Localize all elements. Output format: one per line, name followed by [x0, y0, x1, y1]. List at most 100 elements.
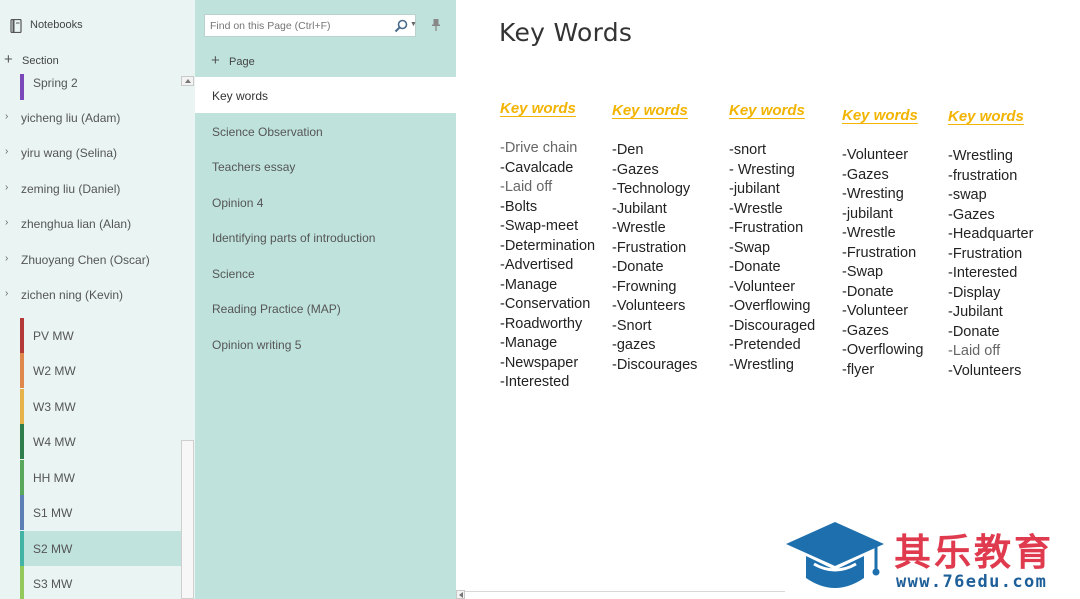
notebook-item[interactable]: › zhenghua lian (Alan)	[0, 207, 180, 241]
page-item[interactable]: Identifying parts of introduction	[195, 219, 456, 255]
keyword-item: -Wrestle	[842, 225, 896, 241]
page-item[interactable]: Teachers essay	[195, 148, 456, 184]
notebook-label: zhenghua lian (Alan)	[21, 217, 132, 231]
page-canvas[interactable]: Key Words Key words -Drive chain -Cavalca…	[456, 0, 1080, 599]
section-item-w4-mw[interactable]: W4 MW	[20, 424, 181, 459]
keyword-item: -jubilant	[842, 205, 893, 222]
chevron-right-icon[interactable]: ›	[5, 288, 8, 299]
notebook-item[interactable]: › zeming liu (Daniel)	[0, 172, 180, 206]
keyword-column-heading: Key words	[729, 102, 805, 119]
keyword-item: -Jubilant	[948, 304, 1003, 320]
keyword-column[interactable]: Key words -Volunteer -Gazes -Wresting -jubi…	[842, 107, 923, 380]
section-color-bar	[20, 389, 24, 424]
keyword-item: -Volunteer	[729, 278, 796, 295]
notebook-item[interactable]: › yiru wang (Selina)	[0, 136, 180, 170]
page-item[interactable]: Science Observation	[195, 113, 456, 149]
keyword-item: -Gazes	[612, 161, 659, 178]
page-list-pane: ▼ + Page Key words Science Observation T…	[195, 0, 456, 599]
keyword-item: -Advertised	[500, 257, 574, 273]
keyword-column-heading: Key words	[612, 102, 688, 119]
current-section-label: Spring 2	[33, 76, 78, 90]
section-color-bar	[20, 531, 24, 566]
chevron-right-icon[interactable]: ›	[5, 146, 8, 157]
notebooks-header[interactable]: Notebooks	[0, 0, 195, 52]
section-item-w2-mw[interactable]: W2 MW	[20, 353, 181, 388]
notebook-item[interactable]: › zichen ning (Kevin)	[0, 278, 180, 312]
scroll-up-button[interactable]	[181, 76, 194, 86]
section-item-s1-mw[interactable]: S1 MW	[20, 495, 181, 530]
notebook-label: zichen ning (Kevin)	[21, 288, 124, 302]
plus-icon: +	[211, 52, 220, 69]
section-item-w3-mw[interactable]: W3 MW	[20, 389, 181, 424]
keyword-item: -Headquarter	[948, 226, 1034, 242]
notebook-item[interactable]: › yicheng liu (Adam)	[0, 101, 180, 135]
keyword-column[interactable]: Key words -Wrestling -frustration -swap -Ga…	[948, 108, 1033, 381]
keyword-column[interactable]: Key words -snort - Wresting -jubilant -Wres…	[729, 102, 815, 375]
keyword-item: -Determination	[500, 237, 596, 254]
keyword-column[interactable]: Key words -Drive chain -Cavalcade -Laid of…	[500, 100, 595, 393]
section-item-pv-mw[interactable]: PV MW	[20, 318, 181, 353]
add-section-label: Section	[22, 55, 59, 67]
search-icon[interactable]	[394, 19, 408, 33]
keyword-item: -frustration	[948, 167, 1018, 184]
page-label: Opinion 4	[212, 196, 264, 210]
section-item-s3-mw[interactable]: S3 MW	[20, 566, 181, 599]
scroll-left-button[interactable]	[456, 590, 465, 599]
section-item-s2-mw[interactable]: S2 MW	[20, 531, 181, 566]
section-label: S3 MW	[33, 577, 73, 591]
chevron-right-icon[interactable]: ›	[5, 253, 8, 264]
keyword-list: -Drive chain -Cavalcade -Laid off -Bolts -Sw…	[500, 139, 595, 393]
chevron-right-icon[interactable]: ›	[5, 182, 8, 193]
page-item[interactable]: Science	[195, 255, 456, 291]
section-color-bar	[20, 74, 24, 100]
add-page-button[interactable]: + Page	[195, 50, 456, 72]
page-item[interactable]: Opinion writing 5	[195, 326, 456, 362]
horizontal-scrollbar[interactable]	[465, 591, 785, 599]
keyword-item: -gazes	[612, 337, 656, 353]
keyword-item: -Pretended	[729, 337, 801, 353]
keyword-column-heading: Key words	[500, 100, 576, 117]
keyword-item: -Den	[612, 142, 644, 158]
keyword-item: -Roadworthy	[500, 315, 583, 332]
page-label: Science	[212, 267, 255, 281]
keyword-item: -Drive chain	[500, 140, 578, 156]
section-item-hh-mw[interactable]: HH MW	[20, 460, 181, 495]
section-spring-2[interactable]: Spring 2	[20, 74, 180, 100]
page-item-key-words[interactable]: Key words	[195, 77, 456, 113]
search-scope-dropdown-icon[interactable]: ▼	[410, 21, 417, 28]
chevron-right-icon[interactable]: ›	[5, 217, 8, 228]
keyword-list: -snort - Wresting -jubilant -Wrestle -Frustr…	[729, 141, 815, 375]
page-item[interactable]: Opinion 4	[195, 184, 456, 220]
notebook-navigation-pane: Notebooks + Section Spring 2 › yicheng l…	[0, 0, 195, 599]
keyword-column-heading: Key words	[948, 108, 1024, 125]
keyword-list: -Wrestling -frustration -swap -Gazes -Headqu…	[948, 147, 1033, 381]
scrollbar-thumb[interactable]	[181, 440, 194, 599]
page-title[interactable]: Key Words	[499, 18, 632, 47]
keyword-item: -Frustration	[612, 239, 687, 256]
keyword-item: -Frustration	[729, 220, 804, 236]
section-label: S2 MW	[33, 542, 73, 556]
search-box[interactable]: ▼	[204, 14, 417, 37]
page-item[interactable]: Reading Practice (MAP)	[195, 290, 456, 326]
keyword-column[interactable]: Key words -Den -Gazes -Technology -Jubilant…	[612, 102, 697, 375]
keyword-item: -Newspaper	[500, 354, 579, 371]
keyword-item: -Wrestle	[729, 200, 783, 217]
search-input[interactable]	[205, 15, 385, 36]
keyword-item: -Wrestling	[948, 148, 1013, 164]
notebook-icon	[10, 19, 22, 33]
graduation-cap-icon	[786, 522, 884, 588]
keyword-item: -Gazes	[842, 322, 889, 339]
notebooks-label: Notebooks	[30, 19, 83, 31]
keyword-item: -Overflowing	[729, 298, 811, 314]
section-color-bar	[20, 566, 24, 599]
pin-icon[interactable]	[430, 18, 442, 32]
notebook-item[interactable]: › Zhuoyang Chen (Oscar)	[0, 243, 180, 277]
page-label: Opinion writing 5	[212, 338, 302, 352]
keyword-item: -jubilant	[729, 181, 780, 197]
add-section-button[interactable]: + Section	[0, 51, 180, 70]
section-label: W3 MW	[33, 400, 76, 414]
watermark-title: 其乐教育	[894, 531, 1054, 574]
chevron-right-icon[interactable]: ›	[5, 111, 8, 122]
page-label: Key words	[212, 89, 269, 103]
keyword-item: -Swap	[729, 239, 771, 256]
